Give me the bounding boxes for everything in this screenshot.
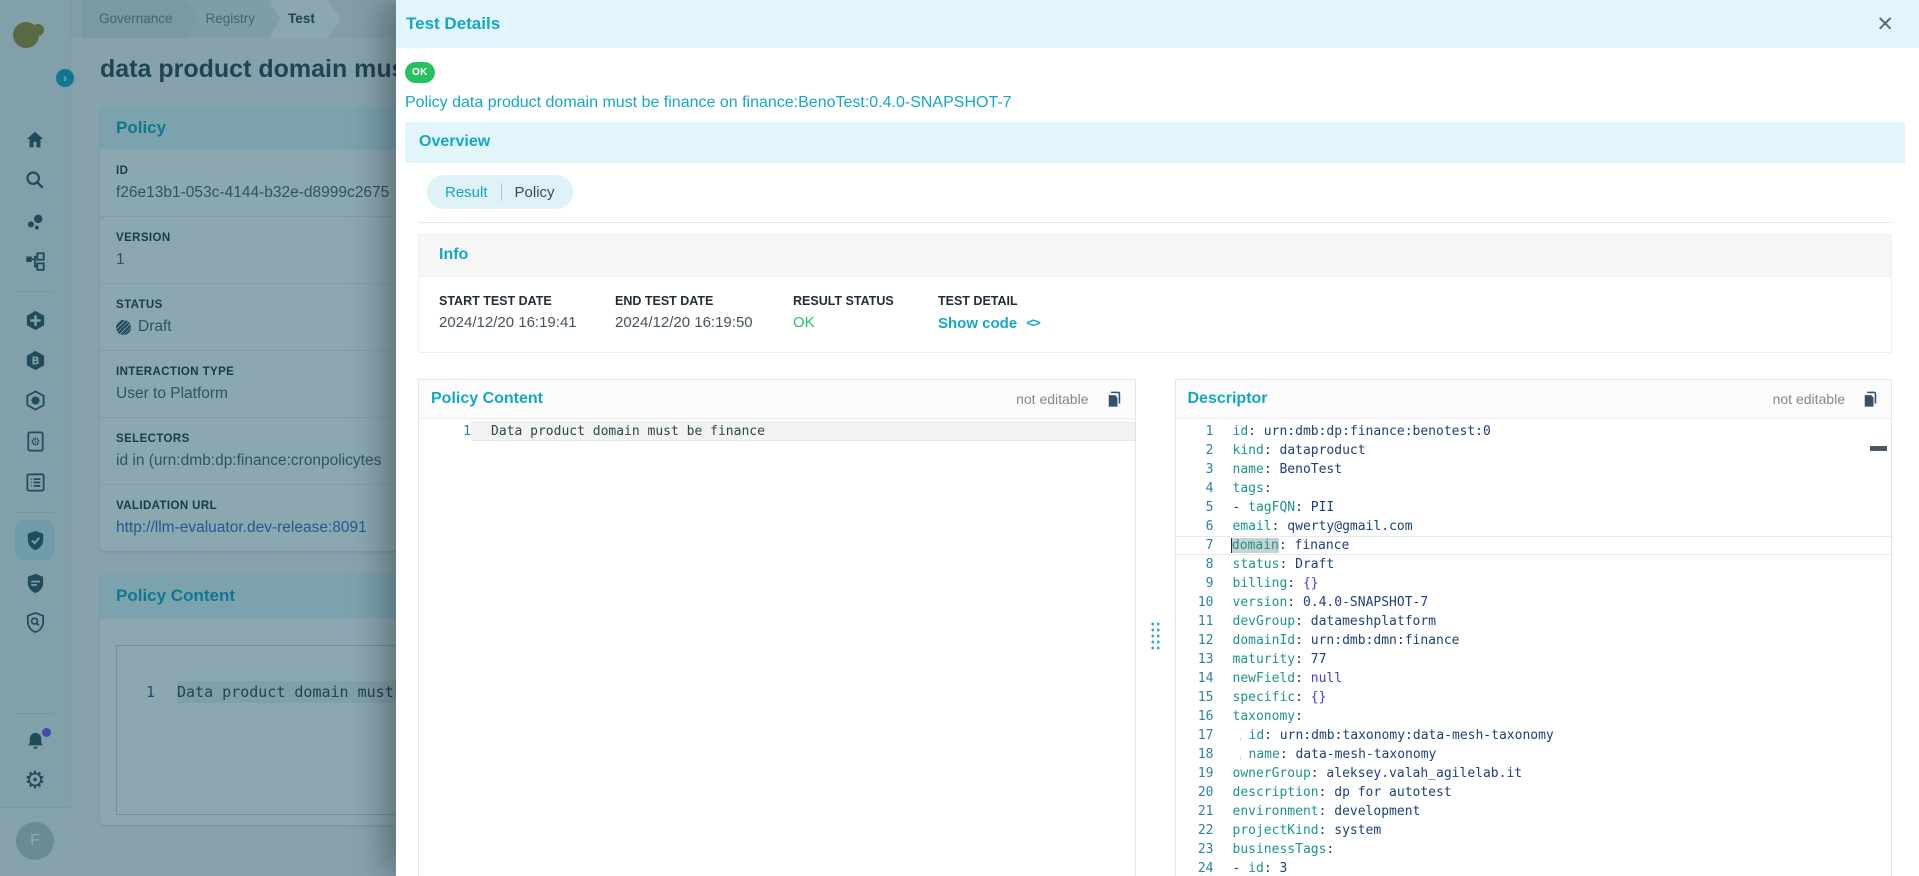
yaml-line: 15specific: {}: [1176, 688, 1892, 707]
panel-resize-handle[interactable]: [1150, 621, 1161, 650]
yaml-line: 7domain: finance: [1176, 536, 1892, 555]
line-number: 20: [1176, 783, 1214, 802]
drawer-header: Test Details ✕: [396, 0, 1919, 48]
line-number: 11: [1176, 612, 1214, 631]
close-icon[interactable]: ✕: [1876, 14, 1894, 35]
yaml-line: 8status: Draft: [1176, 555, 1892, 574]
scrollbar-cursor-mark: [1870, 446, 1887, 451]
yaml-line: 4tags:: [1176, 479, 1892, 498]
overview-section: Overview Result Policy Info START TEST D…: [405, 122, 1905, 876]
selected-token: domain: [1231, 538, 1279, 553]
tab-result[interactable]: Result: [445, 184, 488, 201]
divider: [418, 222, 1892, 223]
yaml-line: 14newField: null: [1176, 669, 1892, 688]
line-number: 18: [1176, 745, 1214, 764]
test-details-drawer: Test Details ✕ OK Policy data product do…: [396, 0, 1919, 876]
line-number: 12: [1176, 631, 1214, 650]
yaml-line: 3name: BenoTest: [1176, 460, 1892, 479]
line-number: 13: [1176, 650, 1214, 669]
line-number: 15: [1176, 688, 1214, 707]
copy-icon[interactable]: [1104, 390, 1123, 409]
line-number: 4: [1176, 479, 1214, 498]
descriptor-panel-title: Descriptor: [1188, 390, 1268, 408]
policy-content-panel: Policy Content not editable 1Data produc…: [418, 379, 1136, 876]
start-test-date: START TEST DATE 2024/12/20 16:19:41: [439, 294, 615, 332]
overview-title: Overview: [405, 122, 1905, 163]
line-number: 22: [1176, 821, 1214, 840]
yaml-line: 11devGroup: datameshplatform: [1176, 612, 1892, 631]
line-number: 21: [1176, 802, 1214, 821]
line-number: 1: [419, 422, 471, 441]
test-subtitle: Policy data product domain must be finan…: [405, 94, 1905, 112]
yaml-line: 21environment: development: [1176, 802, 1892, 821]
drawer-body: OK Policy data product domain must be fi…: [396, 48, 1919, 876]
copy-icon[interactable]: [1860, 390, 1879, 409]
yaml-line: 16taxonomy:: [1176, 707, 1892, 726]
show-code-link[interactable]: Show code <>: [938, 315, 1040, 332]
line-number: 16: [1176, 707, 1214, 726]
yaml-line: 20description: dp for autotest: [1176, 783, 1892, 802]
line-number: 8: [1176, 555, 1214, 574]
line-number: 14: [1176, 669, 1214, 688]
info-card: Info START TEST DATE 2024/12/20 16:19:41…: [418, 234, 1892, 353]
yaml-line: 6email: qwerty@gmail.com: [1176, 517, 1892, 536]
yaml-line: 5- tagFQN: PII: [1176, 498, 1892, 517]
code-line: 1Data product domain must be finance: [419, 422, 1135, 441]
code-icon: <>: [1026, 316, 1040, 331]
yaml-line: 2kind: dataproduct: [1176, 441, 1892, 460]
yaml-line: 23businessTags:: [1176, 840, 1892, 859]
yaml-line: 19ownerGroup: aleksey.valah_agilelab.it: [1176, 764, 1892, 783]
line-number: 19: [1176, 764, 1214, 783]
line-number: 6: [1176, 517, 1214, 536]
line-number: 3: [1176, 460, 1214, 479]
end-test-date: END TEST DATE 2024/12/20 16:19:50: [615, 294, 793, 332]
yaml-line: 22projectKind: system: [1176, 821, 1892, 840]
line-number: 1: [1176, 422, 1214, 441]
yaml-line: 24- id: 3: [1176, 859, 1892, 876]
info-title: Info: [419, 235, 1891, 277]
policy-content-panel-title: Policy Content: [431, 390, 543, 408]
descriptor-editor[interactable]: 1id: urn:dmb:dp:finance:benotest:02kind:…: [1176, 419, 1892, 876]
not-editable-badge: not editable: [1773, 391, 1845, 407]
result-status: RESULT STATUS OK: [793, 294, 938, 332]
line-number: 9: [1176, 574, 1214, 593]
yaml-line: 1id: urn:dmb:dp:finance:benotest:0: [1176, 422, 1892, 441]
yaml-line: 18name: data-mesh-taxonomy: [1176, 745, 1892, 764]
tab-separator: [501, 183, 502, 201]
tab-policy[interactable]: Policy: [515, 184, 555, 201]
line-number: 10: [1176, 593, 1214, 612]
result-policy-tabs: Result Policy: [427, 175, 573, 209]
line-number: 5: [1176, 498, 1214, 517]
drawer-title: Test Details: [406, 14, 500, 34]
descriptor-panel: Descriptor not editable 1id:: [1175, 379, 1893, 876]
yaml-line: 17id: urn:dmb:taxonomy:data-mesh-taxonom…: [1176, 726, 1892, 745]
line-number: 24: [1176, 859, 1214, 876]
status-badge: OK: [405, 62, 435, 83]
test-detail: TEST DETAIL Show code <>: [938, 294, 1040, 332]
line-number: 7: [1176, 537, 1214, 554]
yaml-line: 12domainId: urn:dmb:dmn:finance: [1176, 631, 1892, 650]
line-number: 2: [1176, 441, 1214, 460]
screen: B ⚙: [0, 0, 1919, 876]
yaml-line: 13maturity: 77: [1176, 650, 1892, 669]
line-number: 23: [1176, 840, 1214, 859]
yaml-line: 10version: 0.4.0-SNAPSHOT-7: [1176, 593, 1892, 612]
yaml-line: 9billing: {}: [1176, 574, 1892, 593]
line-number: 17: [1176, 726, 1214, 745]
policy-content-editor[interactable]: 1Data product domain must be finance: [419, 419, 1135, 876]
not-editable-badge: not editable: [1016, 391, 1088, 407]
